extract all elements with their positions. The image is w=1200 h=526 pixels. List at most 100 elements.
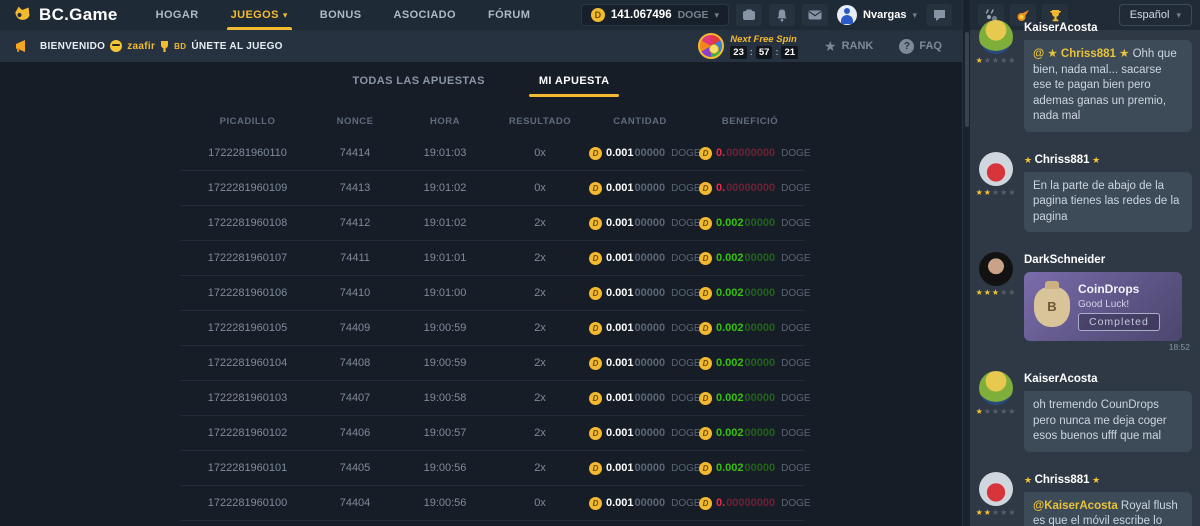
coindrops-completed-button[interactable]: Completed — [1078, 313, 1160, 331]
megaphone-icon — [14, 39, 30, 53]
bet-amount-rest: 00000 — [635, 497, 666, 509]
bet-time: 19:00:56 — [395, 497, 495, 509]
chat-message: ★★★★★DarkSchneiderBCoinDropsGood Luck!Co… — [976, 252, 1192, 357]
scrollbar-thumb[interactable] — [965, 32, 969, 127]
bet-profit: D0.00200000DOGE — [695, 287, 805, 300]
mail-button[interactable] — [802, 4, 828, 26]
bet-profit-rest: 00000 — [745, 427, 776, 439]
bet-amount: D0.00100000DOGE — [585, 427, 695, 440]
nav-item-juegos[interactable]: JUEGOS▾ — [219, 0, 300, 30]
chat-message-left: ★★★★★ — [976, 371, 1016, 458]
bet-profit-currency: DOGE — [781, 218, 810, 229]
table-row[interactable]: 17222819601027440619:00:572xD0.00100000D… — [180, 416, 805, 451]
bet-amount-main: 0.001 — [606, 182, 634, 194]
tab-my-bets[interactable]: MI APUESTA — [529, 75, 620, 97]
tab-all-bets[interactable]: TODAS LAS APUESTAS — [343, 75, 495, 97]
doge-coin-icon: D — [699, 287, 712, 300]
nav-item-bonus[interactable]: BONUS — [308, 0, 374, 30]
bet-hash: 1722281960110 — [180, 147, 315, 159]
table-row[interactable]: 17222819601017440519:00:562xD0.00100000D… — [180, 451, 805, 486]
doge-coin-icon: D — [589, 322, 602, 335]
bet-profit-currency: DOGE — [781, 358, 810, 369]
free-spin-widget[interactable]: Next Free Spin 23: 57: 21 — [698, 33, 798, 59]
table-row[interactable]: 17222819601087441219:01:022xD0.00100000D… — [180, 206, 805, 241]
doge-coin-icon: D — [589, 427, 602, 440]
logo-text: BC.Game — [39, 5, 118, 25]
bcgame-logo[interactable]: BC.Game — [12, 5, 118, 25]
avatar-darkschneider[interactable] — [979, 252, 1013, 286]
table-row[interactable]: 17222819601057440919:00:592xD0.00100000D… — [180, 311, 805, 346]
col-header-amount: CANTIDAD — [585, 116, 695, 127]
nav-item-fórum[interactable]: FÓRUM — [476, 0, 542, 30]
chat-username[interactable]: ★ Chriss881 ★ — [1024, 474, 1192, 486]
table-row[interactable]: 17222819601097441319:01:020xD0.00100000D… — [180, 171, 805, 206]
bet-nonce: 74412 — [315, 217, 395, 229]
user-menu[interactable]: Nvargas ▾ — [837, 5, 917, 25]
nav-item-hogar[interactable]: HOGAR — [144, 0, 211, 30]
table-row[interactable]: 17222819601007440419:00:560xD0.00100000D… — [180, 486, 805, 521]
bet-profit: D0.00200000DOGE — [695, 392, 805, 405]
bet-nonce: 74405 — [315, 462, 395, 474]
bet-hash: 1722281960100 — [180, 497, 315, 509]
bet-amount-main: 0.001 — [606, 392, 634, 404]
chat-message: ★★★★★★ Chriss881 ★@KaiserAcosta Royal fl… — [976, 472, 1192, 526]
free-spin-label: Next Free Spin — [730, 34, 798, 45]
announce-right-cluster: Next Free Spin 23: 57: 21 ★ RANK ? FAQ — [698, 33, 948, 59]
star-filled-icon: ★ — [992, 288, 1000, 297]
table-row[interactable]: 17222819601047440819:00:592xD0.00100000D… — [180, 346, 805, 381]
rank-button[interactable]: ★ RANK — [824, 38, 873, 55]
bet-time: 19:01:01 — [395, 252, 495, 264]
table-row[interactable]: 17222819601077441119:01:012xD0.00100000D… — [180, 241, 805, 276]
bet-profit-main: 0. — [716, 182, 725, 194]
bets-panel: TODAS LAS APUESTAS MI APUESTA PICADILLO … — [0, 62, 962, 526]
bet-profit-currency: DOGE — [781, 253, 810, 264]
bet-hash: 1722281960104 — [180, 357, 315, 369]
nav-item-asociado[interactable]: ASOCIADO — [381, 0, 467, 30]
bet-time: 19:00:59 — [395, 322, 495, 334]
spin-wheel-icon — [698, 33, 724, 59]
bet-amount-main: 0.001 — [606, 357, 634, 369]
bet-profit-currency: DOGE — [781, 323, 810, 334]
table-row[interactable]: 17222819601107441419:01:030xD0.00100000D… — [180, 136, 805, 171]
avatar-chriss881[interactable] — [979, 472, 1013, 506]
faq-button[interactable]: ? FAQ — [899, 39, 942, 54]
top-right-controls: D 141.067496 DOGE ▾ Nvargas ▾ — [581, 4, 952, 26]
avatar-kaiseracosta[interactable] — [979, 371, 1013, 405]
chat-username[interactable]: DarkSchneider — [1024, 254, 1192, 266]
chat-bubble: oh tremendo CounDrops pero nunca me deja… — [1024, 391, 1192, 452]
rank-star-icon: ★ — [824, 38, 837, 55]
bet-amount: D0.00100000DOGE — [585, 497, 695, 510]
bet-amount-rest: 00000 — [635, 357, 666, 369]
star-empty-icon: ★ — [992, 508, 1000, 517]
table-row[interactable]: 17222819601067441019:01:002xD0.00100000D… — [180, 276, 805, 311]
coindrops-card[interactable]: BCoinDropsGood Luck!Completed — [1024, 272, 1182, 341]
message-timestamp: 18:52 — [1024, 342, 1190, 352]
mention-link[interactable]: @KaiserAcosta — [1033, 500, 1121, 512]
bet-amount: D0.00100000DOGE — [585, 182, 695, 195]
bets-table: PICADILLO NONCE HORA RESULTADO CANTIDAD … — [180, 106, 805, 521]
avatar-kaiseracosta[interactable] — [979, 20, 1013, 54]
bet-profit-main: 0.002 — [716, 427, 744, 439]
avatar-chriss881[interactable] — [979, 152, 1013, 186]
chat-username[interactable]: ★ Chriss881 ★ — [1024, 154, 1192, 166]
welcome-username[interactable]: zaafir — [127, 41, 155, 52]
balance-selector[interactable]: D 141.067496 DOGE ▾ — [581, 4, 729, 26]
bet-hash: 1722281960107 — [180, 252, 315, 264]
table-body: 17222819601107441419:01:030xD0.00100000D… — [180, 136, 805, 521]
faq-label: FAQ — [919, 40, 942, 52]
wallet-button[interactable] — [736, 4, 762, 26]
chat-username[interactable]: KaiserAcosta — [1024, 373, 1192, 385]
mention-link[interactable]: @ ★ Chriss881 ★ — [1033, 48, 1133, 60]
star-empty-icon: ★ — [1008, 407, 1016, 416]
bet-profit-currency: DOGE — [781, 183, 810, 194]
chat-scrollbar[interactable] — [962, 0, 970, 526]
bet-amount: D0.00100000DOGE — [585, 322, 695, 335]
notifications-bell-button[interactable] — [769, 4, 795, 26]
coindrops-subtitle: Good Luck! — [1078, 299, 1160, 310]
chat-username[interactable]: KaiserAcosta — [1024, 22, 1192, 34]
star-empty-icon: ★ — [1008, 288, 1016, 297]
user-rating-stars: ★★★★★ — [976, 57, 1017, 65]
table-row[interactable]: 17222819601037440719:00:582xD0.00100000D… — [180, 381, 805, 416]
doge-coin-icon: D — [589, 252, 602, 265]
chat-toggle-button[interactable] — [926, 4, 952, 26]
